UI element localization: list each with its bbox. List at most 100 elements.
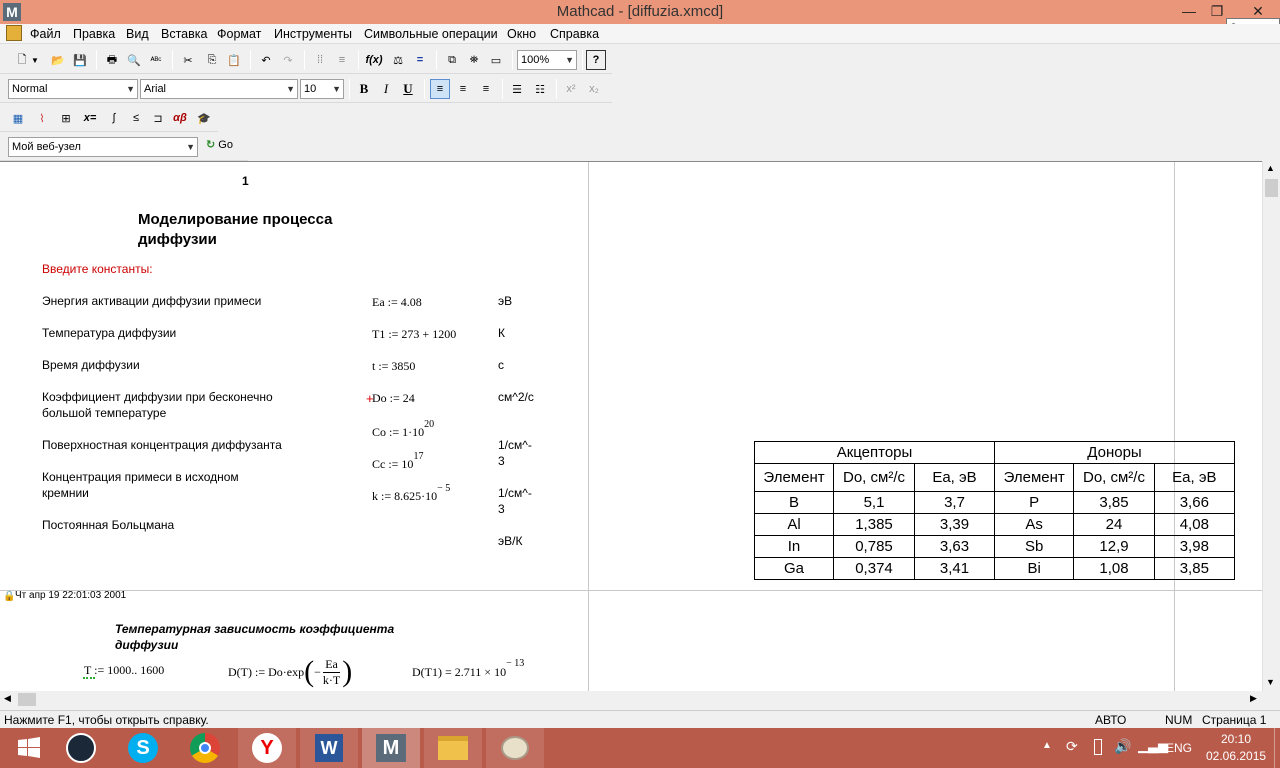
underline-icon[interactable]: U bbox=[398, 79, 418, 99]
math-d-definition[interactable]: D(T) := Do·exp ( − Ea k·T ) bbox=[228, 654, 352, 690]
scroll-up-icon[interactable]: ▲ bbox=[1266, 163, 1275, 173]
steam-icon[interactable] bbox=[52, 728, 110, 768]
greek-icon[interactable]: αβ bbox=[170, 108, 190, 128]
save-icon[interactable]: 💾 bbox=[70, 50, 90, 70]
label-initial-concentration[interactable]: Концентрация примеси в исходном bbox=[42, 470, 239, 484]
unit-ea[interactable]: эВ bbox=[498, 294, 512, 308]
mathcad-taskbar-icon[interactable]: M bbox=[362, 728, 420, 768]
paste-icon[interactable]: 📋 bbox=[224, 50, 244, 70]
label-boltzmann[interactable]: Постоянная Больцмана bbox=[42, 518, 174, 532]
menu-help[interactable]: Справка bbox=[550, 27, 599, 41]
file-explorer-icon[interactable] bbox=[424, 728, 482, 768]
label-diffusion-coefficient[interactable]: Коэффициент диффузии при бесконечно bbox=[42, 390, 273, 404]
volume-icon[interactable]: 🔊 bbox=[1114, 738, 1131, 755]
unit-do[interactable]: см^2/с bbox=[498, 390, 534, 404]
network-signal-icon[interactable]: ▁▃▅ bbox=[1138, 738, 1168, 754]
math-cc[interactable]: Cc := 1017 bbox=[372, 451, 423, 472]
spell-check-icon[interactable]: ᴬᴮᶜ bbox=[146, 50, 166, 70]
clock-time[interactable]: 20:10 bbox=[1221, 732, 1251, 746]
align-center-icon[interactable]: ≡ bbox=[453, 79, 473, 99]
insert-unit-icon[interactable]: ⚖ bbox=[388, 50, 408, 70]
symbolic-icon[interactable]: 🎓 bbox=[194, 108, 214, 128]
minimize-button[interactable]: — bbox=[1174, 0, 1204, 22]
scroll-down-icon[interactable]: ▼ bbox=[1266, 677, 1275, 687]
graph-icon[interactable]: ⌇ bbox=[32, 108, 52, 128]
print-icon[interactable]: 🖶 bbox=[102, 50, 122, 70]
unit-initial-concentration[interactable]: 1/см^- bbox=[498, 486, 532, 500]
numbering-icon[interactable]: ☷ bbox=[530, 79, 550, 99]
unit-t1[interactable]: К bbox=[498, 326, 505, 340]
print-preview-icon[interactable]: 🔍 bbox=[124, 50, 144, 70]
cut-icon[interactable]: ✂ bbox=[178, 50, 198, 70]
worksheet-title-line1[interactable]: Моделирование процесса bbox=[138, 211, 333, 228]
menu-insert[interactable]: Вставка bbox=[161, 27, 207, 41]
insert-component-icon[interactable]: ⧉ bbox=[442, 50, 462, 70]
insert-function-icon[interactable]: f(x) bbox=[364, 50, 384, 70]
section2-title-line1[interactable]: Температурная зависимость коэффициента bbox=[115, 622, 394, 636]
window-icon[interactable]: ▭ bbox=[486, 50, 506, 70]
sync-tray-icon[interactable]: ⟳ bbox=[1066, 738, 1078, 755]
undo-icon[interactable]: ↶ bbox=[256, 50, 276, 70]
word-icon[interactable]: W bbox=[300, 728, 358, 768]
show-hidden-icons-icon[interactable]: ▲ bbox=[1042, 740, 1052, 751]
input-language[interactable]: ENG bbox=[1166, 741, 1192, 755]
yandex-browser-icon[interactable]: Y bbox=[238, 728, 296, 768]
menu-view[interactable]: Вид bbox=[126, 27, 149, 41]
font-select[interactable]: Arial ▼ bbox=[140, 79, 298, 99]
math-co[interactable]: Co := 1·1020 bbox=[372, 419, 434, 440]
italic-icon[interactable]: I bbox=[376, 79, 396, 99]
calculate-icon[interactable]: = bbox=[410, 50, 430, 70]
section2-title-line2[interactable]: диффузии bbox=[115, 638, 178, 652]
go-button[interactable]: ↻ Go bbox=[206, 138, 233, 156]
copy-icon[interactable]: ⎘ bbox=[202, 50, 222, 70]
menu-file[interactable]: Файл bbox=[30, 27, 61, 41]
calculus-icon[interactable]: ∫ bbox=[104, 108, 124, 128]
align-down-icon[interactable]: ≡ bbox=[332, 50, 352, 70]
chrome-icon[interactable] bbox=[176, 728, 234, 768]
superscript-icon[interactable]: x² bbox=[561, 79, 581, 99]
vertical-scrollbar[interactable]: ▲ ▼ bbox=[1262, 161, 1280, 691]
math-t[interactable]: t := 3850 bbox=[372, 359, 415, 374]
label-activation-energy[interactable]: Энергия активации диффузии примеси bbox=[42, 294, 261, 308]
worksheet[interactable]: 1 Моделирование процесса диффузии Введит… bbox=[0, 161, 1262, 691]
web-address-select[interactable]: Мой веб-узел ▼ bbox=[8, 137, 198, 157]
worksheet-title-line2[interactable]: диффузии bbox=[138, 231, 217, 248]
paint-icon[interactable] bbox=[486, 728, 544, 768]
intro-text[interactable]: Введите константы: bbox=[42, 262, 153, 276]
new-dropdown-icon[interactable]: ▼ bbox=[30, 50, 40, 70]
math-do[interactable]: Do := 24 bbox=[372, 391, 415, 406]
math-range[interactable]: T := 1000.. 1600 bbox=[84, 663, 164, 678]
math-k[interactable]: k := 8.625·10− 5 bbox=[372, 483, 450, 504]
new-icon[interactable]: 🗋 bbox=[12, 50, 32, 70]
show-desktop-button[interactable] bbox=[1274, 728, 1280, 768]
battery-icon[interactable] bbox=[1094, 739, 1102, 755]
document-icon[interactable] bbox=[6, 25, 22, 41]
horizontal-scrollbar[interactable]: ◀ ▶ bbox=[0, 691, 1262, 708]
unit-surface-concentration[interactable]: 1/см^- bbox=[498, 438, 532, 452]
subscript-icon[interactable]: x₂ bbox=[584, 79, 604, 99]
evaluation-icon[interactable]: x= bbox=[80, 108, 100, 128]
font-size-select[interactable]: 10 ▼ bbox=[300, 79, 344, 99]
menu-symbolics[interactable]: Символьные операции bbox=[364, 27, 498, 41]
diffusion-constants-table[interactable]: Акцепторы Доноры Элемент Do, см²/с Ea, э… bbox=[754, 441, 1236, 580]
bold-icon[interactable]: B bbox=[354, 79, 374, 99]
unit-boltzmann[interactable]: эВ/К bbox=[498, 534, 522, 548]
menu-edit[interactable]: Правка bbox=[73, 27, 115, 41]
start-windows-icon[interactable] bbox=[0, 728, 58, 768]
scroll-left-icon[interactable]: ◀ bbox=[4, 693, 11, 704]
label-temperature[interactable]: Температура диффузии bbox=[42, 326, 176, 340]
align-right-icon[interactable]: ≡ bbox=[476, 79, 496, 99]
bullets-icon[interactable]: ☰ bbox=[507, 79, 527, 99]
math-ea[interactable]: Ea := 4.08 bbox=[372, 295, 422, 310]
scrollbar-thumb[interactable] bbox=[18, 693, 36, 706]
math-t1[interactable]: T1 := 273 + 1200 bbox=[372, 327, 456, 342]
clock-date[interactable]: 02.06.2015 bbox=[1206, 749, 1266, 763]
menu-window[interactable]: Окно bbox=[507, 27, 536, 41]
label-time[interactable]: Время диффузии bbox=[42, 358, 140, 372]
unit-surface-concentration-line2[interactable]: 3 bbox=[498, 454, 505, 468]
label-diffusion-coefficient-line2[interactable]: большой температуре bbox=[42, 406, 166, 420]
scrollbar-thumb[interactable] bbox=[1265, 179, 1278, 197]
unit-t[interactable]: с bbox=[498, 358, 504, 372]
calculator-icon[interactable]: ▦ bbox=[8, 108, 28, 128]
style-select[interactable]: Normal ▼ bbox=[8, 79, 138, 99]
